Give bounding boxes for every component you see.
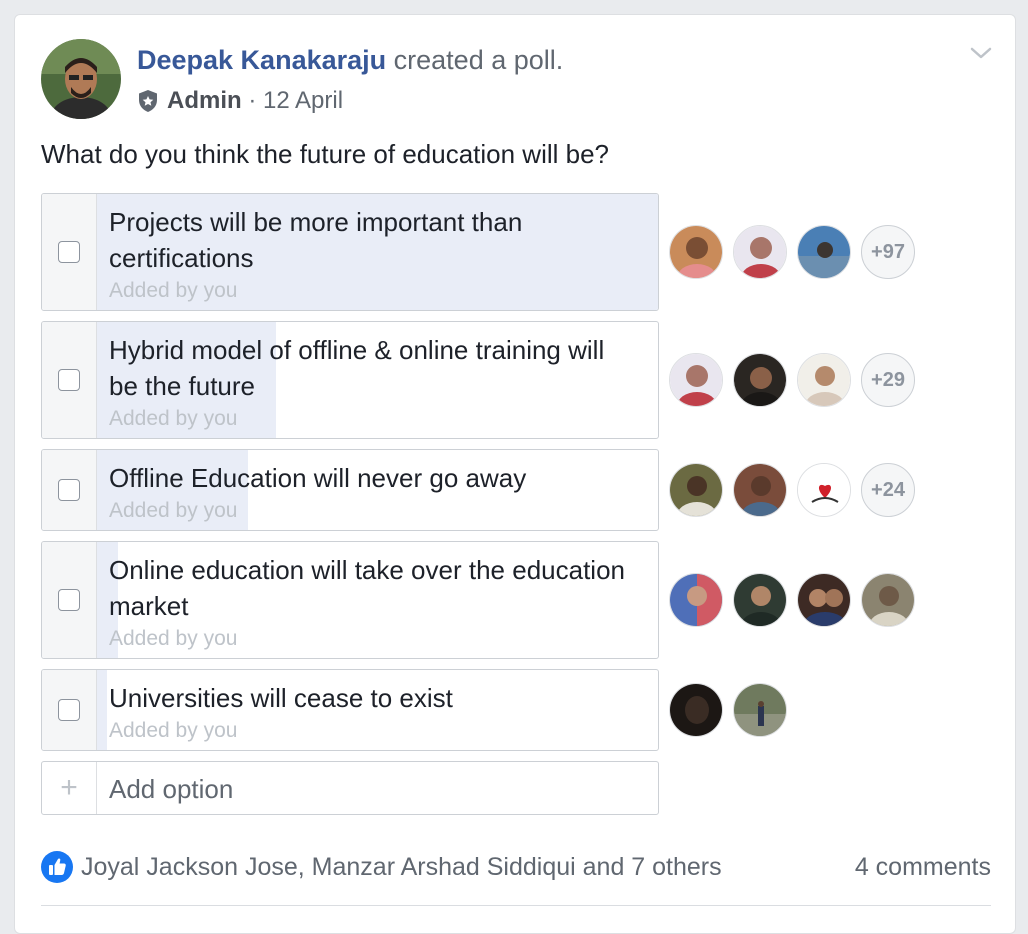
voter-avatar[interactable]	[669, 225, 723, 279]
poll-question: What do you think the future of educatio…	[41, 139, 610, 169]
voter-avatar[interactable]	[669, 353, 723, 407]
option-added-by: Added by you	[109, 499, 238, 522]
add-option-placeholder: Add option	[109, 774, 234, 804]
voter-avatar[interactable]	[733, 573, 787, 627]
more-voters-count[interactable]: +29	[861, 353, 915, 407]
option-voters[interactable]: +29	[669, 353, 915, 407]
chevron-down-icon[interactable]	[967, 43, 995, 63]
voter-avatar[interactable]	[797, 573, 851, 627]
option-voters[interactable]	[669, 683, 797, 737]
option-text: Universities will cease to exist Added b…	[109, 680, 638, 746]
option-label: Projects will be more important than cer…	[109, 207, 523, 273]
option-label: Offline Education will never go away	[109, 463, 527, 493]
option-added-by: Added by you	[109, 719, 238, 742]
option-checkbox-cell[interactable]	[42, 670, 97, 750]
comments-count[interactable]: 4 comments	[855, 853, 991, 882]
option-label: Online education will take over the educ…	[109, 555, 625, 621]
add-option-input[interactable]: + Add option	[41, 761, 659, 815]
voter-avatar[interactable]	[797, 463, 851, 517]
meta-separator: ·	[241, 87, 263, 114]
voter-avatar[interactable]	[733, 225, 787, 279]
option-checkbox[interactable]	[58, 369, 80, 391]
poll-option[interactable]: Online education will take over the educ…	[41, 541, 659, 659]
option-text: Offline Education will never go away Add…	[109, 460, 638, 526]
author-avatar[interactable]	[41, 39, 121, 119]
voter-avatar[interactable]	[733, 463, 787, 517]
footer-divider	[41, 905, 991, 906]
option-voters[interactable]: +97	[669, 225, 915, 279]
poll-option[interactable]: Universities will cease to exist Added b…	[41, 669, 659, 751]
option-voters[interactable]: +24	[669, 463, 915, 517]
post-meta: Admin · 12 April	[137, 87, 343, 115]
option-checkbox[interactable]	[58, 589, 80, 611]
option-added-by: Added by you	[109, 627, 238, 650]
voter-avatar[interactable]	[797, 353, 851, 407]
option-added-by: Added by you	[109, 279, 238, 302]
option-checkbox-cell[interactable]	[42, 194, 97, 310]
option-label: Universities will cease to exist	[109, 683, 453, 713]
poll-option[interactable]: Hybrid model of offline & online trainin…	[41, 321, 659, 439]
poll-option[interactable]: Offline Education will never go away Add…	[41, 449, 659, 531]
like-icon	[41, 851, 73, 883]
shield-icon	[139, 90, 157, 112]
option-text: Hybrid model of offline & online trainin…	[109, 332, 638, 434]
option-voters[interactable]	[669, 573, 925, 627]
option-checkbox[interactable]	[58, 479, 80, 501]
post-action: created a poll.	[393, 45, 564, 75]
option-text: Online education will take over the educ…	[109, 552, 638, 654]
likes-text[interactable]: Joyal Jackson Jose, Manzar Arshad Siddiq…	[81, 853, 722, 882]
option-text: Projects will be more important than cer…	[109, 204, 638, 306]
plus-icon[interactable]: +	[42, 762, 97, 814]
option-checkbox[interactable]	[58, 241, 80, 263]
poll-option[interactable]: Projects will be more important than cer…	[41, 193, 659, 311]
option-added-by: Added by you	[109, 407, 238, 430]
post-header: Deepak Kanakaraju created a poll.	[137, 45, 563, 76]
admin-badge-label: Admin	[167, 87, 242, 114]
option-label: Hybrid model of offline & online trainin…	[109, 335, 605, 401]
option-checkbox-cell[interactable]	[42, 322, 97, 438]
author-name[interactable]: Deepak Kanakaraju	[137, 45, 386, 75]
option-checkbox[interactable]	[58, 699, 80, 721]
more-voters-count[interactable]: +97	[861, 225, 915, 279]
voter-avatar[interactable]	[669, 463, 723, 517]
option-checkbox-cell[interactable]	[42, 450, 97, 530]
reactions-summary[interactable]: Joyal Jackson Jose, Manzar Arshad Siddiq…	[41, 851, 722, 883]
voter-avatar[interactable]	[861, 573, 915, 627]
more-voters-count[interactable]: +24	[861, 463, 915, 517]
vote-progress-fill	[96, 670, 107, 750]
voter-avatar[interactable]	[669, 573, 723, 627]
voter-avatar[interactable]	[733, 683, 787, 737]
option-checkbox-cell[interactable]	[42, 542, 97, 658]
post-date[interactable]: 12 April	[263, 87, 343, 115]
poll-post-card: Deepak Kanakaraju created a poll. Admin …	[14, 14, 1016, 934]
voter-avatar[interactable]	[669, 683, 723, 737]
voter-avatar[interactable]	[797, 225, 851, 279]
post-footer: Joyal Jackson Jose, Manzar Arshad Siddiq…	[41, 849, 991, 885]
voter-avatar[interactable]	[733, 353, 787, 407]
